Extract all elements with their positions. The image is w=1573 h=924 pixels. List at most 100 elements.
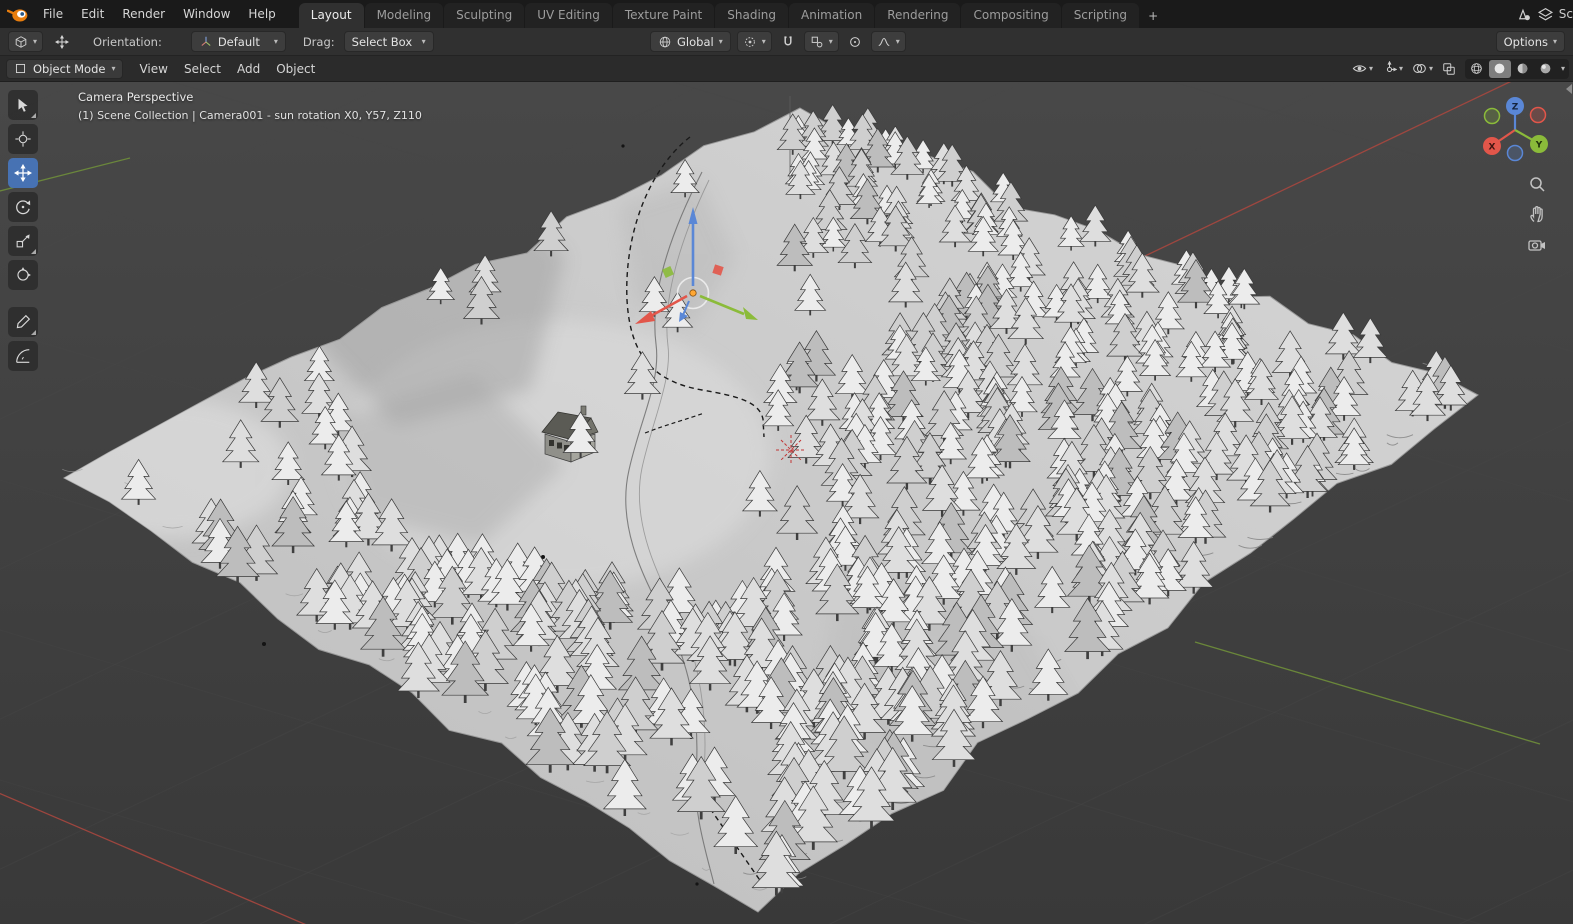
tab-sculpting[interactable]: Sculpting [444,3,525,28]
viewport-nav-buttons [1527,174,1547,254]
viewport-menu-select[interactable]: Select [176,58,229,80]
tab-layout[interactable]: Layout [298,3,364,28]
pivot-point-icon [744,36,755,47]
viewport-editor-icon [15,35,27,48]
shading-dropdown[interactable]: ▾ [1558,64,1568,73]
viewport-overlay-text: Camera Perspective (1) Scene Collection … [78,90,422,122]
add-workspace-button[interactable]: + [1140,4,1166,28]
tab-scripting[interactable]: Scripting [1061,3,1140,28]
tool-cursor-button[interactable] [8,124,38,154]
menu-render[interactable]: Render [113,3,174,25]
tool-rotate-button[interactable] [8,192,38,222]
show-gizmo-dropdown[interactable]: ▾ [1379,59,1406,79]
tab-compositing[interactable]: Compositing [961,3,1061,28]
xray-toggle[interactable] [1439,59,1459,79]
proportional-falloff-dropdown[interactable]: ▾ [870,31,906,52]
tool-transform-button[interactable] [8,260,38,290]
menu-window[interactable]: Window [174,3,239,25]
scale-icon [16,234,30,248]
active-object-info: (1) Scene Collection | Camera001 - sun r… [78,109,422,122]
magnet-icon [784,35,792,45]
workspace-tabs: Layout Modeling Sculpting UV Editing Texture… [298,0,1166,28]
overlays-dropdown[interactable]: ▾ [1409,59,1436,79]
options-dropdown[interactable]: Options ▾ [1495,31,1565,52]
tool-annotate-button[interactable] [8,307,38,337]
global-icon [659,36,671,47]
move-icon [14,164,32,182]
tool-measure-button[interactable] [8,341,38,371]
viewport-menus: View Select Add Object [131,58,323,80]
gizmo-y-label: Y [1535,141,1543,151]
snap-target-icon [811,36,823,47]
viewport-menu-object[interactable]: Object [268,58,323,80]
snapping-cluster: Global ▾ ▾ ▾ ▾ [650,31,906,52]
shading-rendered-button[interactable] [1535,60,1557,78]
scene-name-clipped[interactable]: Sc [1559,7,1573,21]
rendered-sphere-icon [1541,63,1551,74]
editor-type-selector[interactable]: ▾ [8,31,44,52]
proportional-editing-toggle[interactable] [845,32,865,52]
camera-view-icon[interactable] [1527,234,1547,254]
viewport-menu-add[interactable]: Add [229,58,268,80]
tab-animation[interactable]: Animation [789,3,875,28]
rotate-icon [16,200,31,215]
orientation-label: Orientation: [93,34,162,49]
transform-orientation-dropdown[interactable]: Global ▾ [650,31,731,52]
toolbar [8,90,38,371]
scene-icon[interactable] [1515,6,1532,23]
annotate-icon [16,314,31,329]
viewport-header-right: ▾ ▾ ▾ ▾ [1349,58,1569,79]
object-mode-icon [15,63,26,74]
shading-material-button[interactable] [1512,60,1534,78]
visibility-dropdown[interactable]: ▾ [1349,59,1376,79]
gizmo-x-label: X [1489,143,1496,153]
menu-file[interactable]: File [34,3,72,25]
tab-uv-editing[interactable]: UV Editing [525,3,612,28]
tab-texture-paint[interactable]: Texture Paint [612,3,715,28]
topbar: File Edit Render Window Help Layout Modeling S… [0,0,1573,28]
material-sphere-icon [1518,63,1528,74]
view-layer-icon[interactable] [1537,6,1554,23]
wireframe-sphere-icon [1471,63,1483,74]
blender-logo-icon[interactable] [6,4,30,24]
tab-rendering[interactable]: Rendering [875,3,961,28]
snap-settings-dropdown[interactable]: ▾ [803,31,839,52]
tool-scale-button[interactable] [8,226,38,256]
axes-icon [201,36,211,46]
orientation-dropdown[interactable]: Default ▾ [190,31,286,52]
menu-help[interactable]: Help [239,3,284,25]
menu-edit[interactable]: Edit [72,3,113,25]
shading-mode-group: ▾ [1464,58,1569,79]
pan-hand-icon[interactable] [1527,204,1547,224]
transform-icon [17,267,31,281]
tool-settings-bar: ▾ Orientation: Default ▾ Drag: Select Bo… [0,28,1573,56]
tool-select-box-button[interactable] [8,90,38,120]
subtool-corner-indicator [31,113,36,118]
zoom-icon[interactable] [1527,174,1547,194]
viewport-header: Object Mode ▾ View Select Add Object ▾ ▾ ▾ [0,56,1573,82]
viewport-3d[interactable]: Camera Perspective (1) Scene Collection … [0,82,1573,924]
gizmo-neg-y-ball[interactable] [1483,107,1501,125]
tab-modeling[interactable]: Modeling [364,3,444,28]
gizmo-neg-z-ball[interactable] [1506,144,1524,162]
viewport-menu-view[interactable]: View [131,58,175,80]
xray-icon [1443,62,1455,75]
shading-solid-button[interactable] [1488,59,1511,78]
tool-move-button[interactable] [8,158,38,188]
navigation-gizmo[interactable]: Z X Y [1477,90,1553,166]
gizmo-neg-x-ball[interactable] [1529,106,1547,124]
topbar-menus: File Edit Render Window Help [34,3,285,25]
active-tool-move-icon [52,32,72,52]
proportional-circle-icon [849,36,860,47]
gizmo-icon [1386,61,1397,73]
drag-dropdown[interactable]: Select Box ▾ [343,31,434,52]
transform-pivot-dropdown[interactable]: ▾ [736,31,772,52]
cursor-icon [15,131,31,147]
mode-dropdown[interactable]: Object Mode ▾ [6,58,124,79]
tab-shading[interactable]: Shading [715,3,788,28]
snap-toggle[interactable] [778,32,798,52]
viewport-canvas[interactable] [0,82,1573,924]
measure-icon [16,349,30,363]
sidebar-collapse-arrow[interactable] [1566,84,1572,94]
shading-wireframe-button[interactable] [1466,60,1488,78]
